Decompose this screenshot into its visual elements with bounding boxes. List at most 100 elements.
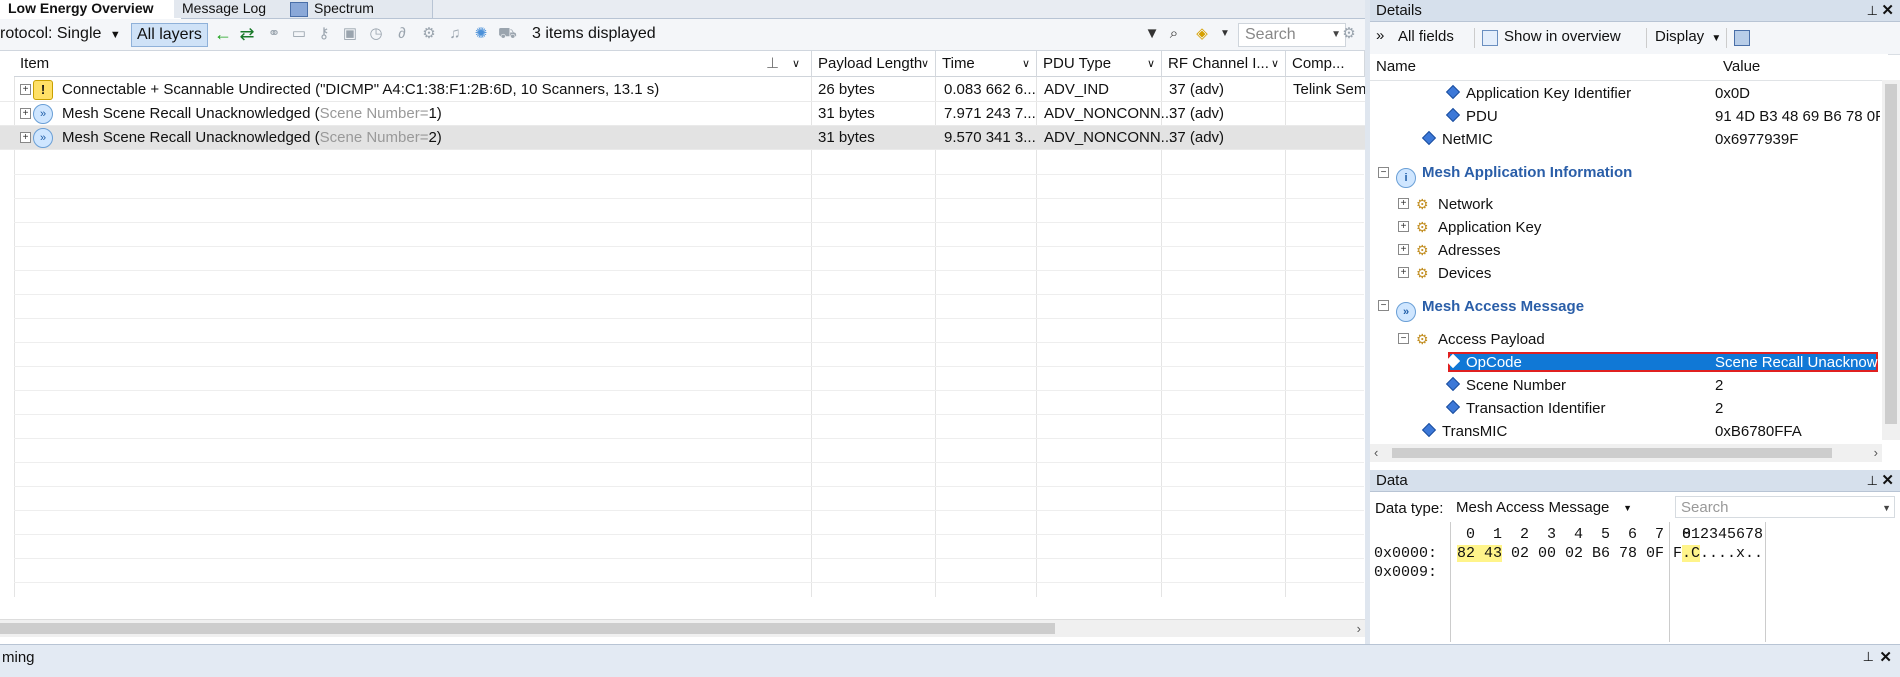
scrollbar-thumb[interactable] (1885, 84, 1897, 424)
all-layers-button[interactable]: All layers (131, 23, 208, 47)
close-icon[interactable]: ✕ (1879, 648, 1892, 666)
close-icon[interactable]: ✕ (1881, 470, 1894, 492)
section-mesh-application-information[interactable]: i Mesh Application Information (1396, 160, 1633, 188)
expand-icon[interactable]: + (1398, 244, 1409, 255)
column-header-pdu-type[interactable]: PDU Type ∨ (1037, 51, 1162, 77)
column-header-company[interactable]: Comp... (1286, 51, 1365, 77)
pin-icon[interactable]: ⊥ (1867, 470, 1878, 492)
tree-item-application-key[interactable]: ⚙ Application Key (1416, 216, 1541, 239)
table-row[interactable]: + ! Connectable + Scannable Undirected (… (0, 78, 1365, 102)
all-fields-button[interactable]: All fields (1398, 28, 1454, 45)
chevron-down-icon[interactable]: ∨ (792, 51, 800, 76)
overview-grid: Item ⊥ ∨ Payload Length ∨ Time ∨ PDU Typ… (0, 51, 1365, 619)
search-input[interactable]: Search ▼ (1238, 23, 1346, 47)
tab-message-log[interactable]: Message Log (174, 0, 296, 18)
grid-rule (14, 342, 1364, 343)
column-rf-label: RF Channel I... (1168, 55, 1269, 72)
filter-icon[interactable]: ▼ (1143, 25, 1161, 43)
double-chevron-down-icon[interactable]: » (1376, 27, 1384, 44)
mesh-icon: » (33, 104, 53, 124)
globe-icon[interactable]: ✺ (472, 25, 490, 43)
field-transmic[interactable]: TransMIC (1421, 420, 1507, 443)
row-rf: 37 (adv) (1169, 81, 1225, 98)
close-icon[interactable]: ✕ (1881, 0, 1894, 22)
spectrum-icon (290, 2, 308, 17)
gear-icon: ⚙ (1416, 196, 1429, 212)
scrollbar-thumb[interactable] (0, 623, 1055, 634)
arrow-left-icon[interactable]: ← (214, 25, 232, 43)
data-search-input[interactable]: Search ▼ (1675, 496, 1895, 518)
details-column-value[interactable]: Value (1717, 54, 1888, 81)
key-icon[interactable]: ⚷ (315, 25, 333, 43)
field-netmic[interactable]: NetMIC (1421, 128, 1493, 151)
grid-rule (14, 414, 1364, 415)
expand-icon[interactable]: + (20, 84, 31, 95)
offset-row-1: 0x0009: (1374, 564, 1438, 581)
field-transaction-identifier[interactable]: Transaction Identifier (1445, 397, 1606, 420)
expand-icon[interactable]: + (1398, 221, 1409, 232)
field-opcode[interactable]: OpCode (1445, 351, 1522, 374)
search-icon[interactable]: ⌕ (1165, 25, 1183, 43)
row-rf: 37 (adv) (1169, 129, 1225, 146)
lock-icon[interactable]: ▣ (341, 25, 359, 43)
settings-icon[interactable]: ⚙ (1340, 25, 1358, 43)
tree-item-access-payload[interactable]: ⚙ Access Payload (1416, 328, 1545, 351)
tree-item-adresses[interactable]: ⚙ Adresses (1416, 239, 1501, 262)
collapse-icon[interactable]: − (1378, 167, 1389, 178)
table-row-selected[interactable]: + » Mesh Scene Recall Unacknowledged (Sc… (0, 126, 1365, 150)
row-item-value: 1) (428, 105, 442, 122)
tree-item-network[interactable]: ⚙ Network (1416, 193, 1493, 216)
tab-low-energy-overview[interactable]: Low Energy Overview (0, 0, 182, 19)
expand-icon[interactable]: + (1398, 198, 1409, 209)
details-vertical-scrollbar[interactable] (1882, 80, 1900, 440)
scrollbar-thumb[interactable] (1392, 448, 1832, 458)
section-mesh-access-message[interactable]: » Mesh Access Message (1396, 294, 1584, 322)
pin-icon[interactable]: ⊥ (1867, 0, 1878, 22)
field-application-key-identifier[interactable]: Application Key Identifier (1445, 82, 1631, 105)
field-pdu[interactable]: PDU (1445, 105, 1498, 128)
network-icon[interactable]: ⚙ (420, 25, 438, 43)
horizontal-scrollbar[interactable]: › (0, 619, 1365, 637)
column-header-time[interactable]: Time ∨ (936, 51, 1037, 77)
hex-bytes-row-0[interactable]: 82 43 02 00 02 B6 78 0F FA (1457, 545, 1691, 562)
car-icon[interactable]: ⛟ (498, 25, 517, 43)
details-horizontal-scrollbar[interactable]: ‹ › (1370, 444, 1882, 462)
chevron-left-icon[interactable]: ‹ (1374, 444, 1378, 462)
column-header-payload-length[interactable]: Payload Length ∨ (812, 51, 936, 77)
chevron-right-icon[interactable]: › (1357, 620, 1361, 637)
pin-icon[interactable]: ⊥ (766, 51, 779, 76)
row-time: 0.083 662 6... (944, 81, 1036, 98)
data-type-select[interactable]: Mesh Access Message ▼ (1452, 497, 1636, 519)
details-column-name[interactable]: Name (1370, 54, 1723, 81)
section-title: Mesh Application Information (1422, 164, 1633, 181)
expand-icon[interactable]: + (20, 132, 31, 143)
field-scene-number[interactable]: Scene Number (1445, 374, 1566, 397)
pin-icon[interactable]: ⊥ (1863, 649, 1874, 665)
collapse-icon[interactable]: − (1398, 333, 1409, 344)
tree-item-label: Network (1438, 196, 1494, 213)
gear-icon: ⚙ (1416, 219, 1429, 235)
tree-item-devices[interactable]: ⚙ Devices (1416, 262, 1491, 285)
chevron-right-icon[interactable]: › (1874, 444, 1878, 462)
protocol-dropdown[interactable]: rotocol: Single ▼ (0, 23, 121, 45)
expand-icon[interactable]: + (20, 108, 31, 119)
clock-icon[interactable]: ◷ (367, 25, 385, 43)
field-value: 91 4D B3 48 69 B6 78 0F F (1715, 108, 1880, 125)
save-icon[interactable] (1734, 30, 1750, 46)
link-icon[interactable]: ⚭ (265, 25, 283, 43)
column-header-item[interactable]: Item ⊥ ∨ (14, 51, 812, 77)
expand-icon[interactable]: + (1398, 267, 1409, 278)
tab-spectrum[interactable]: Spectrum (282, 0, 433, 18)
collapse-icon[interactable]: − (1378, 300, 1389, 311)
swap-arrows-icon[interactable]: ⇄ (238, 25, 256, 43)
display-dropdown[interactable]: Display ▼ (1655, 28, 1721, 45)
highlight-icon[interactable]: ◈ (1193, 25, 1211, 43)
ascii-row-0[interactable]: .C....x.. (1682, 545, 1763, 562)
music-icon[interactable]: ♫ (446, 25, 464, 43)
show-in-overview-button[interactable]: Show in overview (1504, 28, 1621, 45)
ear-icon[interactable]: ∂ (393, 25, 411, 43)
device-icon[interactable]: ▭ (290, 25, 308, 43)
table-row[interactable]: + » Mesh Scene Recall Unacknowledged (Sc… (0, 102, 1365, 126)
column-header-rf-channel[interactable]: RF Channel I... ∨ (1162, 51, 1286, 77)
chevron-down-icon[interactable]: ▼ (1216, 25, 1234, 43)
